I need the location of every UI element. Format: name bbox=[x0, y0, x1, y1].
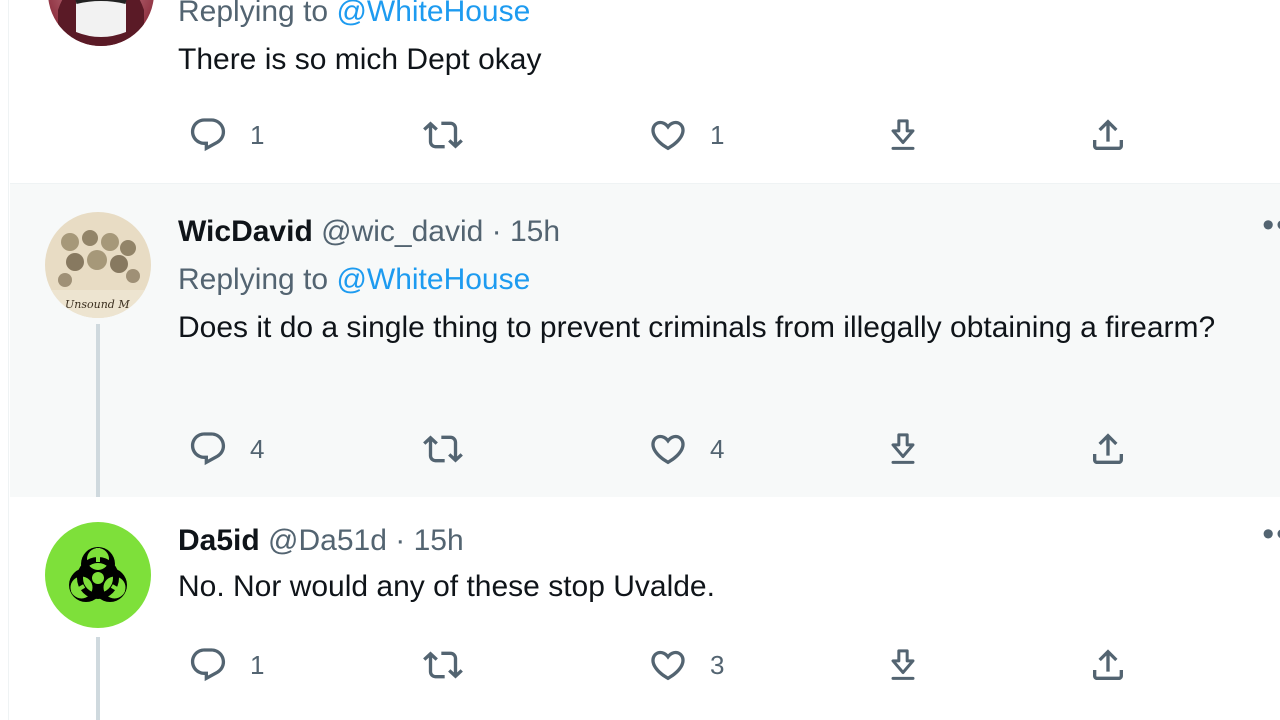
retweet-button[interactable] bbox=[423, 113, 485, 157]
tweet[interactable]: •• Da5id @Da51d · 15h No. Nor would any … bbox=[10, 497, 1280, 720]
like-count: 3 bbox=[710, 649, 725, 680]
reply-count: 4 bbox=[250, 433, 265, 464]
reply-button[interactable]: 1 bbox=[188, 113, 264, 157]
display-name[interactable]: Da5id bbox=[178, 524, 260, 557]
share-button[interactable] bbox=[1088, 113, 1128, 157]
user-handle[interactable]: @wic_david bbox=[321, 215, 483, 248]
reply-icon bbox=[190, 432, 226, 466]
tweet-text: Does it do a single thing to prevent cri… bbox=[178, 311, 1216, 344]
tweet-actions: 4 4 bbox=[178, 427, 1158, 471]
share-button[interactable] bbox=[1088, 643, 1128, 687]
download-button[interactable] bbox=[883, 643, 923, 687]
replying-to: Replying to @WhiteHouse bbox=[178, 0, 1220, 32]
mention-link[interactable]: @WhiteHouse bbox=[336, 0, 530, 28]
heart-icon bbox=[651, 650, 685, 681]
avatar[interactable] bbox=[45, 522, 151, 628]
retweet-icon bbox=[423, 435, 463, 463]
avatar[interactable] bbox=[48, 0, 154, 46]
display-name[interactable]: WicDavid bbox=[178, 215, 313, 248]
tweet-content: Replying to @WhiteHouse There is so mich… bbox=[178, 0, 1220, 82]
tweet-content: WicDavid @wic_david · 15h Replying to @W… bbox=[178, 214, 1220, 350]
avatar-text: Unsound M bbox=[65, 298, 130, 311]
user-handle[interactable]: @Da51d bbox=[268, 524, 387, 557]
like-button[interactable]: 4 bbox=[648, 427, 724, 471]
download-icon bbox=[891, 433, 915, 464]
like-button[interactable]: 3 bbox=[648, 643, 724, 687]
more-icon[interactable]: •• bbox=[1262, 515, 1280, 554]
more-icon[interactable]: •• bbox=[1262, 206, 1280, 245]
reply-icon bbox=[190, 648, 226, 682]
download-icon bbox=[883, 115, 915, 150]
reply-count: 1 bbox=[250, 119, 265, 150]
tweet[interactable]: Unsound M •• WicDavid @wic_david · 15h R… bbox=[10, 184, 1280, 497]
thread-line bbox=[96, 324, 100, 497]
like-button[interactable]: 1 bbox=[648, 113, 724, 157]
like-count: 1 bbox=[710, 119, 725, 150]
timestamp[interactable]: 15h bbox=[414, 524, 464, 557]
separator: · bbox=[395, 524, 406, 557]
mention-link[interactable]: @WhiteHouse bbox=[336, 263, 530, 296]
tweet-actions: 1 3 bbox=[178, 643, 1158, 687]
tweet-text: There is so mich Dept okay bbox=[178, 43, 542, 76]
reply-count: 1 bbox=[250, 649, 265, 680]
timestamp[interactable]: 15h bbox=[510, 215, 560, 248]
tweet-actions: 1 1 bbox=[178, 113, 1158, 157]
biohazard-icon bbox=[45, 522, 151, 628]
tweet-header: WicDavid @wic_david · 15h bbox=[178, 214, 1220, 250]
retweet-button[interactable] bbox=[423, 643, 485, 687]
tweet-text: No. Nor would any of these stop Uvalde. bbox=[178, 570, 715, 603]
like-count: 4 bbox=[710, 433, 725, 464]
reply-button[interactable]: 1 bbox=[188, 643, 264, 687]
reply-icon bbox=[190, 118, 226, 152]
tweet[interactable]: Replying to @WhiteHouse There is so mich… bbox=[10, 0, 1280, 184]
download-icon bbox=[891, 649, 915, 680]
retweet-icon bbox=[423, 121, 463, 149]
download-button[interactable] bbox=[883, 427, 923, 471]
retweet-button[interactable] bbox=[423, 427, 485, 471]
download-button[interactable] bbox=[883, 113, 923, 157]
timeline: Replying to @WhiteHouse There is so mich… bbox=[0, 0, 1280, 720]
share-icon bbox=[1093, 119, 1123, 150]
tweet-content: Da5id @Da51d · 15h No. Nor would any of … bbox=[178, 523, 1220, 609]
column-border bbox=[8, 0, 9, 720]
thread-line bbox=[96, 637, 100, 720]
reply-button[interactable]: 4 bbox=[188, 427, 264, 471]
heart-icon bbox=[651, 120, 685, 151]
separator: · bbox=[491, 215, 502, 248]
avatar[interactable]: Unsound M bbox=[45, 212, 151, 318]
replying-to-label: Replying to bbox=[178, 263, 329, 296]
tweet-header: Da5id @Da51d · 15h bbox=[178, 523, 1220, 559]
share-button[interactable] bbox=[1088, 427, 1128, 471]
share-icon bbox=[1093, 433, 1123, 464]
replying-to: Replying to @WhiteHouse bbox=[178, 260, 1220, 300]
replying-to-label: Replying to bbox=[178, 0, 329, 28]
retweet-icon bbox=[423, 651, 463, 679]
share-icon bbox=[1093, 649, 1123, 680]
heart-icon bbox=[651, 434, 685, 465]
